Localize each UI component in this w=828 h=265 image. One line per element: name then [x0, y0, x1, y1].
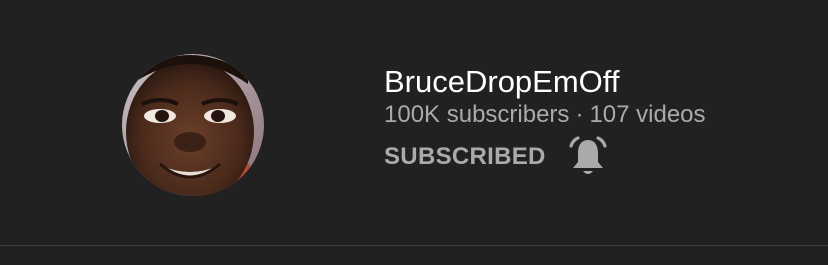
notification-bell-button[interactable] — [566, 134, 610, 180]
subscriber-count: 100K subscribers — [384, 101, 570, 128]
channel-header: BruceDropEmOff 100K subscribers · 107 vide… — [0, 0, 828, 265]
subscribe-row: SUBSCRIBED — [384, 134, 610, 180]
avatar-image — [122, 54, 264, 196]
channel-stats: 100K subscribers · 107 videos — [384, 100, 706, 130]
subscribed-button[interactable]: SUBSCRIBED — [384, 143, 546, 171]
section-divider — [0, 245, 828, 246]
notification-bell-icon — [569, 136, 607, 174]
channel-name: BruceDropEmOff — [384, 64, 620, 99]
video-count: 107 videos — [589, 101, 706, 128]
stats-separator: · — [575, 101, 584, 128]
channel-avatar[interactable] — [122, 54, 264, 196]
